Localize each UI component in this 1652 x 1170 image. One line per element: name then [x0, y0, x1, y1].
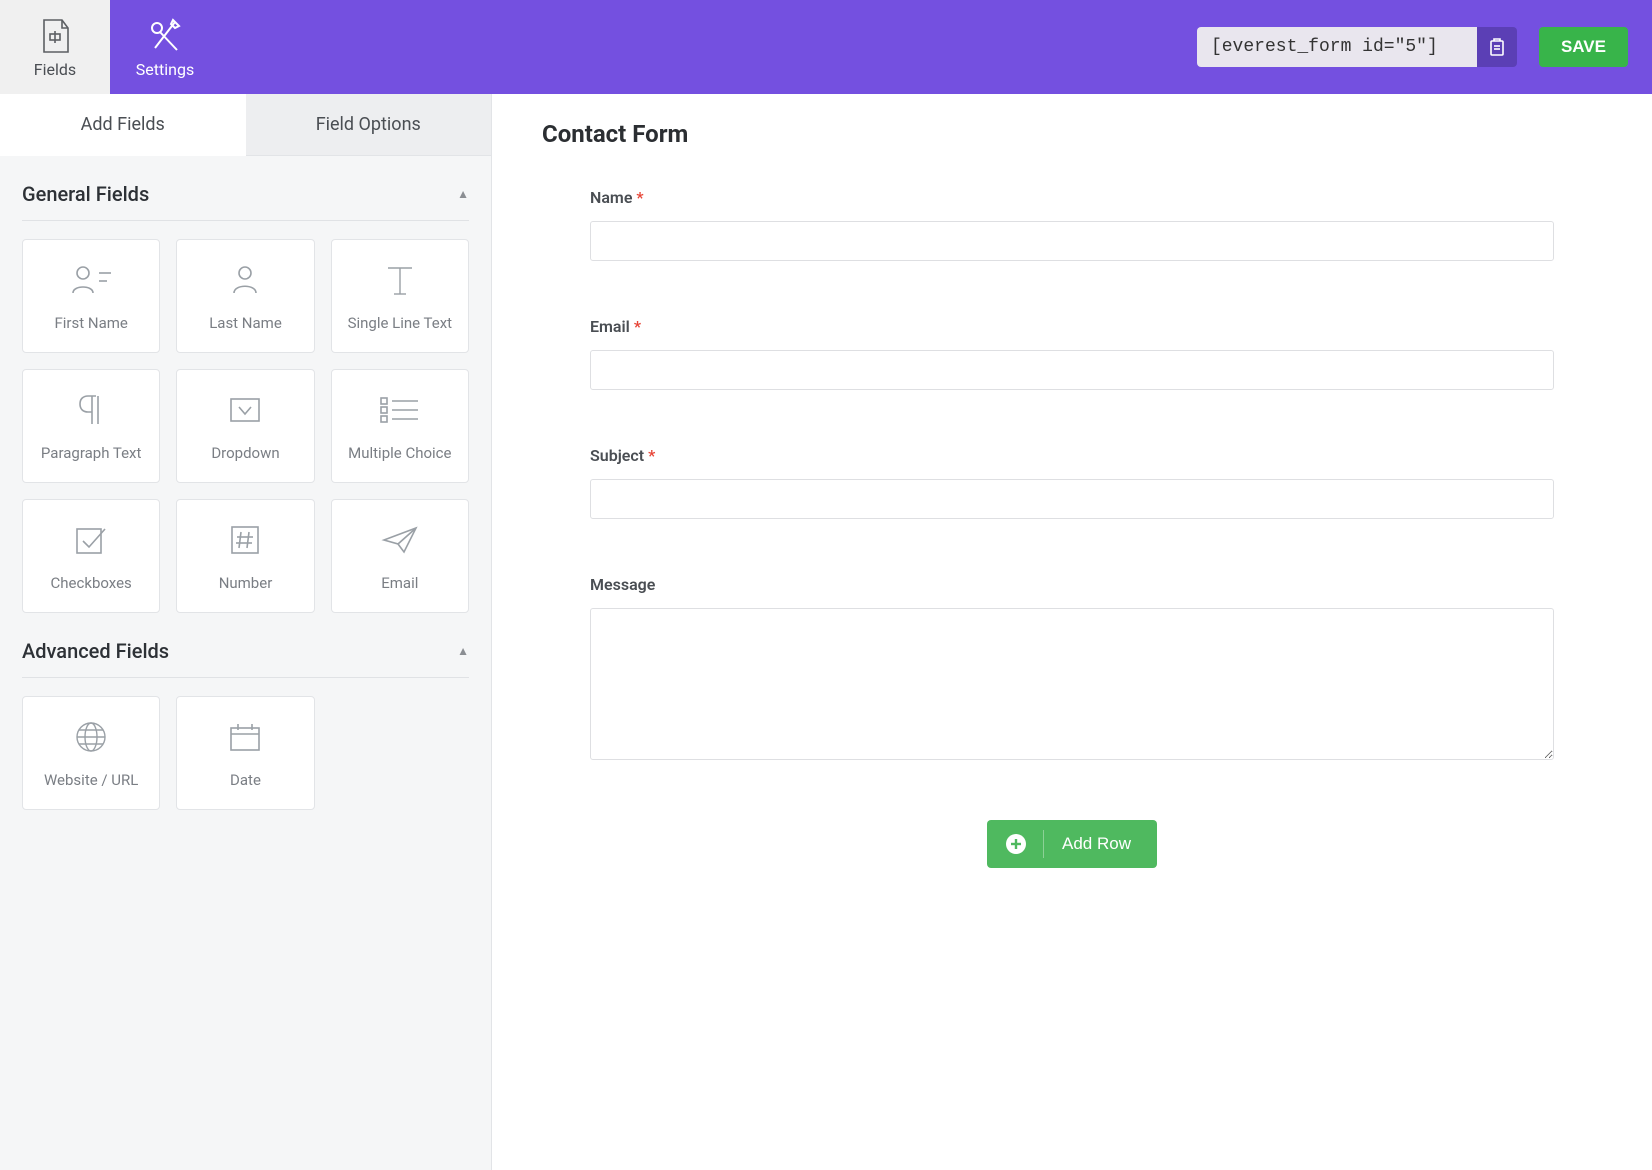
caret-up-icon: ▲: [457, 644, 469, 658]
required-icon: *: [634, 317, 641, 336]
subject-input[interactable]: [590, 479, 1554, 519]
text-cursor-icon: [380, 260, 420, 300]
sidebar-tab-add-fields[interactable]: Add Fields: [0, 94, 246, 156]
form-field-name[interactable]: Name*: [590, 188, 1554, 261]
name-input[interactable]: [590, 221, 1554, 261]
user-card-icon: [69, 260, 113, 300]
field-single-line-text[interactable]: Single Line Text: [331, 239, 469, 353]
field-paragraph-text[interactable]: Paragraph Text: [22, 369, 160, 483]
copy-shortcode-button[interactable]: [1477, 27, 1517, 67]
sidebar-tab-field-options[interactable]: Field Options: [246, 94, 492, 156]
checkbox-icon: [73, 520, 109, 560]
field-label: Number: [219, 574, 273, 592]
plus-circle-icon: [1005, 833, 1027, 855]
message-label: Message: [590, 575, 1554, 594]
field-number[interactable]: Number: [176, 499, 314, 613]
subject-label: Subject*: [590, 446, 1554, 465]
field-label: Checkboxes: [51, 574, 132, 592]
caret-up-icon: ▲: [457, 187, 469, 201]
field-first-name[interactable]: First Name: [22, 239, 160, 353]
save-button[interactable]: SAVE: [1539, 27, 1628, 67]
globe-icon: [73, 717, 109, 757]
list-icon: [378, 390, 422, 430]
form-field-subject[interactable]: Subject*: [590, 446, 1554, 519]
field-email[interactable]: Email: [331, 499, 469, 613]
form-title: Contact Form: [542, 120, 1602, 148]
field-last-name[interactable]: Last Name: [176, 239, 314, 353]
field-label: First Name: [54, 314, 127, 332]
tab-fields[interactable]: Fields: [0, 0, 110, 94]
add-row-label: Add Row: [1062, 834, 1131, 854]
tab-fields-label: Fields: [34, 60, 76, 79]
field-website-url[interactable]: Website / URL: [22, 696, 160, 810]
topbar-right: SAVE: [1197, 0, 1652, 94]
clipboard-icon: [1488, 37, 1506, 57]
user-icon: [228, 260, 262, 300]
hash-icon: [229, 520, 261, 560]
shortcode-input[interactable]: [1197, 27, 1477, 67]
field-label: Paragraph Text: [41, 444, 142, 462]
sidebar-tabs: Add Fields Field Options: [0, 94, 491, 156]
email-label: Email*: [590, 317, 1554, 336]
email-input[interactable]: [590, 350, 1554, 390]
message-textarea[interactable]: [590, 608, 1554, 760]
field-date[interactable]: Date: [176, 696, 314, 810]
field-label: Multiple Choice: [348, 444, 451, 462]
required-icon: *: [636, 188, 643, 207]
general-field-grid: First Name Last Name: [22, 239, 469, 613]
dropdown-icon: [228, 390, 262, 430]
name-label: Name*: [590, 188, 1554, 207]
field-label: Date: [230, 771, 261, 789]
topbar: Fields Settings: [0, 0, 1652, 94]
add-row-button[interactable]: Add Row: [987, 820, 1157, 868]
tab-settings[interactable]: Settings: [110, 0, 220, 94]
paragraph-icon: [76, 390, 106, 430]
sidebar: Add Fields Field Options General Fields …: [0, 94, 492, 1170]
field-label: Email: [381, 574, 418, 592]
section-advanced-title: Advanced Fields: [22, 639, 169, 663]
field-label: Last Name: [209, 314, 282, 332]
section-general-header[interactable]: General Fields ▲: [22, 174, 469, 221]
tab-settings-label: Settings: [136, 60, 194, 79]
section-advanced-header[interactable]: Advanced Fields ▲: [22, 631, 469, 678]
field-label: Single Line Text: [348, 314, 453, 332]
button-divider: [1043, 830, 1044, 858]
calendar-icon: [227, 717, 263, 757]
field-dropdown[interactable]: Dropdown: [176, 369, 314, 483]
paper-plane-icon: [380, 520, 420, 560]
field-multiple-choice[interactable]: Multiple Choice: [331, 369, 469, 483]
section-general-title: General Fields: [22, 182, 149, 206]
form-preview: Contact Form Name* Email* Subject* Messa…: [492, 94, 1652, 1170]
field-label: Website / URL: [44, 771, 138, 789]
layout: Add Fields Field Options General Fields …: [0, 94, 1652, 1170]
form-field-email[interactable]: Email*: [590, 317, 1554, 390]
field-checkboxes[interactable]: Checkboxes: [22, 499, 160, 613]
form-field-message[interactable]: Message: [590, 575, 1554, 764]
fields-icon: [38, 16, 72, 56]
settings-icon: [145, 16, 185, 56]
advanced-field-grid: Website / URL Date: [22, 696, 469, 810]
required-icon: *: [648, 446, 655, 465]
shortcode-group: [1197, 27, 1517, 67]
field-label: Dropdown: [211, 444, 279, 462]
